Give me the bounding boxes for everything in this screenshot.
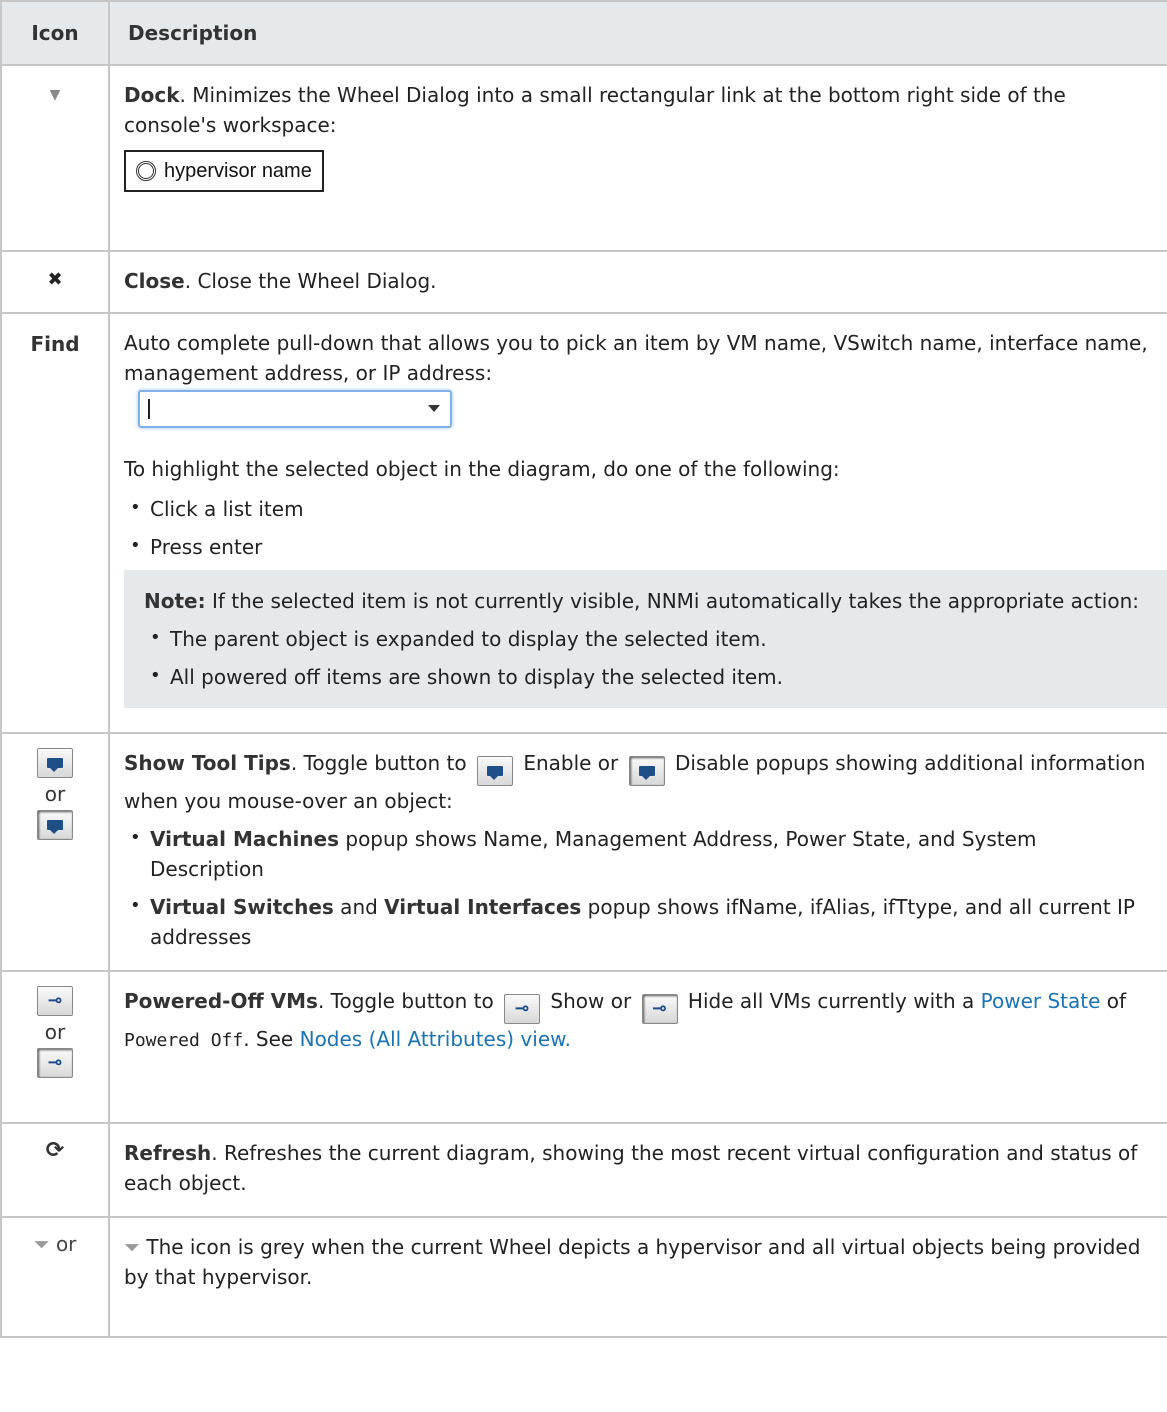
tooltips-text-2: Enable or bbox=[516, 751, 625, 775]
description-cell: Dock. Minimizes the Wheel Dialog into a … bbox=[108, 64, 1167, 252]
or-label: or bbox=[55, 1232, 77, 1256]
refresh-title: Refresh bbox=[124, 1141, 212, 1165]
refresh-text: . Refreshes the current diagram, showing… bbox=[124, 1141, 1138, 1195]
list-item: Virtual Machines popup shows Name, Manag… bbox=[130, 824, 1153, 884]
tooltip-disable-icon bbox=[628, 756, 665, 786]
powered-text-5: . See bbox=[243, 1027, 300, 1051]
find-label: Find bbox=[30, 332, 80, 356]
description-cell: ⏷ The icon is grey when the current Whee… bbox=[108, 1216, 1167, 1338]
power-state-link[interactable]: Power State bbox=[981, 989, 1101, 1013]
plug-show-icon: ⊸ bbox=[504, 994, 541, 1024]
find-text: Auto complete pull-down that allows you … bbox=[124, 331, 1148, 385]
table-row-dock: ▼ Dock. Minimizes the Wheel Dialog into … bbox=[0, 64, 1167, 252]
note-text: If the selected item is not currently vi… bbox=[205, 589, 1139, 613]
list-item: The parent object is expanded to display… bbox=[150, 624, 1147, 654]
icon-cell: ⟳ bbox=[0, 1122, 110, 1218]
column-header-icon: Icon bbox=[0, 0, 110, 66]
note-box: Note: If the selected item is not curren… bbox=[124, 570, 1167, 708]
description-cell: Close. Close the Wheel Dialog. bbox=[108, 250, 1167, 314]
filter-icon: ⏷ bbox=[124, 1235, 140, 1259]
close-text: . Close the Wheel Dialog. bbox=[184, 269, 437, 293]
tooltip-disable-icon[interactable] bbox=[37, 810, 73, 840]
refresh-icon[interactable]: ⟳ bbox=[46, 1138, 64, 1163]
filter-icon[interactable]: ⏷ bbox=[34, 1232, 50, 1256]
icon-cell: ▼ bbox=[0, 64, 110, 252]
description-cell: Powered-Off VMs. Toggle button to ⊸ Show… bbox=[108, 970, 1167, 1124]
description-cell: Refresh. Refreshes the current diagram, … bbox=[108, 1122, 1167, 1218]
description-cell: Auto complete pull-down that allows you … bbox=[108, 312, 1167, 734]
bold-term: Virtual Switches bbox=[150, 895, 334, 919]
table-row-powered-off: ⊸ or ⊸ Powered-Off VMs. Toggle button to… bbox=[0, 970, 1167, 1124]
powered-text-2: Show or bbox=[544, 989, 638, 1013]
find-intro: To highlight the selected object in the … bbox=[124, 457, 840, 481]
close-x-icon[interactable]: ✖ bbox=[47, 269, 62, 290]
table-header-row: Icon Description bbox=[0, 0, 1167, 66]
table-row-tooltips: or Show Tool Tips. Toggle button to Enab… bbox=[0, 732, 1167, 972]
list-item: Click a list item bbox=[130, 494, 1167, 524]
plug-hide-icon: ⊸ bbox=[641, 994, 678, 1024]
dock-text: . Minimizes the Wheel Dialog into a smal… bbox=[124, 83, 1066, 137]
list-item: Press enter bbox=[130, 532, 1167, 562]
plug-show-icon[interactable]: ⊸ bbox=[37, 986, 73, 1016]
column-header-description: Description bbox=[108, 0, 1167, 66]
note-bullet-list: The parent object is expanded to display… bbox=[144, 624, 1147, 692]
icon-cell: Find bbox=[0, 312, 110, 734]
description-cell: Show Tool Tips. Toggle button to Enable … bbox=[108, 732, 1167, 972]
close-title: Close bbox=[124, 269, 185, 293]
icon-cell: ⏷ or bbox=[0, 1216, 110, 1338]
dock-title: Dock bbox=[124, 83, 180, 107]
powered-off-code: Powered Off bbox=[124, 1030, 244, 1051]
bold-term: Virtual Interfaces bbox=[384, 895, 582, 919]
tooltip-enable-icon bbox=[476, 756, 513, 786]
table-row-refresh: ⟳ Refresh. Refreshes the current diagram… bbox=[0, 1122, 1167, 1218]
tooltip-enable-icon[interactable] bbox=[37, 748, 73, 778]
icon-cell: or bbox=[0, 732, 110, 972]
table-row-close: ✖ Close. Close the Wheel Dialog. bbox=[0, 250, 1167, 314]
plug-hide-icon[interactable]: ⊸ bbox=[37, 1048, 73, 1078]
find-bullet-list: Click a list item Press enter bbox=[124, 494, 1167, 562]
powered-text-3: Hide all VMs currently with a bbox=[681, 989, 981, 1013]
nodes-view-link[interactable]: Nodes (All Attributes) view. bbox=[300, 1027, 571, 1051]
table-row-filter: ⏷ or ⏷ The icon is grey when the current… bbox=[0, 1216, 1167, 1338]
triangle-down-icon[interactable]: ▼ bbox=[50, 87, 61, 103]
or-label: or bbox=[44, 1020, 66, 1044]
filter-text: The icon is grey when the current Wheel … bbox=[124, 1235, 1141, 1289]
docked-link-sample[interactable]: hypervisor name bbox=[124, 150, 324, 192]
icon-description-table: Icon Description ▼ Dock. Minimizes the W… bbox=[0, 0, 1167, 1338]
tooltips-text-1: . Toggle button to bbox=[290, 751, 473, 775]
note-label: Note: bbox=[144, 589, 206, 613]
powered-text-1: . Toggle button to bbox=[317, 989, 501, 1013]
list-item: Virtual Switches and Virtual Interfaces … bbox=[130, 892, 1153, 952]
bold-term: Virtual Machines bbox=[150, 827, 340, 851]
find-dropdown-input[interactable] bbox=[138, 390, 452, 428]
or-label: or bbox=[44, 782, 66, 806]
chevron-down-icon[interactable] bbox=[428, 405, 440, 412]
icon-cell: ⊸ or ⊸ bbox=[0, 970, 110, 1124]
list-item-text: and bbox=[333, 895, 385, 919]
tooltips-bullet-list: Virtual Machines popup shows Name, Manag… bbox=[124, 824, 1153, 952]
docked-link-label: hypervisor name bbox=[164, 160, 312, 182]
tooltips-title: Show Tool Tips bbox=[124, 751, 291, 775]
list-item: All powered off items are shown to displ… bbox=[150, 662, 1147, 692]
text-cursor bbox=[148, 399, 150, 419]
table-row-find: Find Auto complete pull-down that allows… bbox=[0, 312, 1167, 734]
powered-title: Powered-Off VMs bbox=[124, 989, 318, 1013]
powered-text-4: of bbox=[1100, 989, 1127, 1013]
icon-cell: ✖ bbox=[0, 250, 110, 314]
ring-icon bbox=[136, 161, 156, 181]
